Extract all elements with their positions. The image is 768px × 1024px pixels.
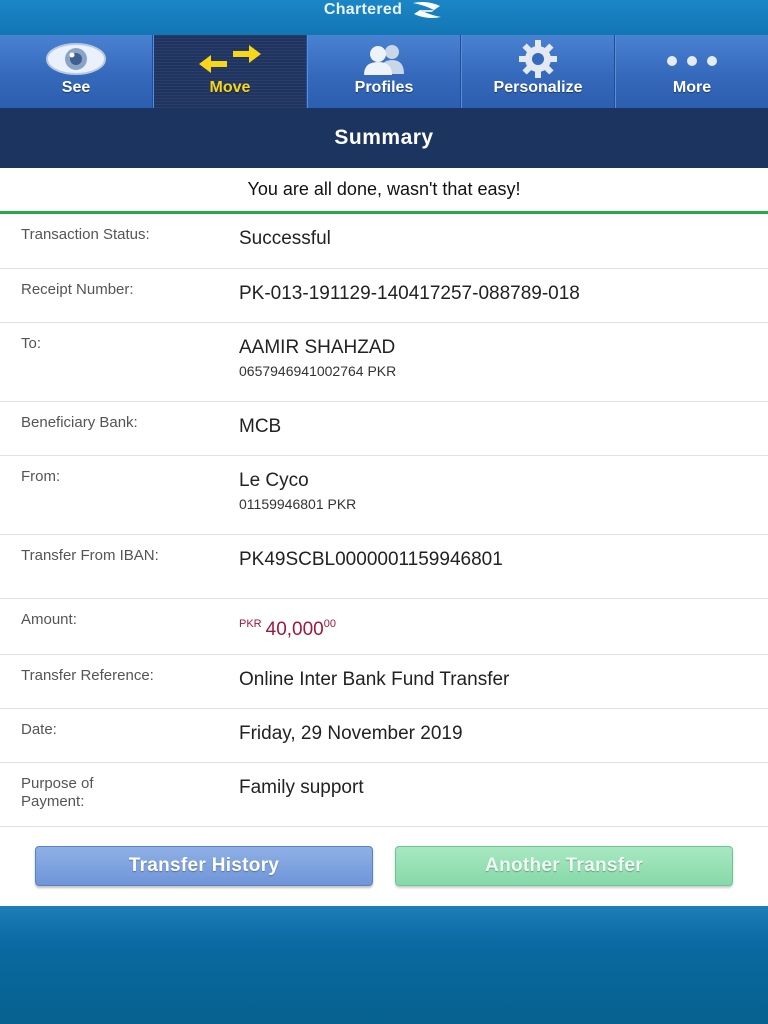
- app-header: Chartered: [0, 0, 768, 35]
- from-value: Le Cyco 01159946801 PKR: [239, 456, 356, 534]
- success-message: You are all done, wasn't that easy!: [0, 168, 768, 214]
- amount-whole: 40,000: [265, 619, 324, 640]
- brand-name: Chartered: [323, 1, 403, 18]
- nav-item-see[interactable]: See: [0, 35, 153, 108]
- reference-value: Online Inter Bank Fund Transfer: [239, 669, 510, 690]
- receipt-value: PK-013-191129-140417257-088789-018: [239, 283, 580, 304]
- nav-label-more: More: [672, 79, 712, 96]
- arrows-icon: [154, 39, 306, 79]
- eye-icon: [0, 39, 152, 79]
- date-value: Friday, 29 November 2019: [239, 723, 463, 744]
- nav-label-see: See: [61, 79, 91, 96]
- page-title: Summary: [334, 126, 434, 149]
- transfer-history-button[interactable]: Transfer History: [35, 846, 373, 886]
- brand: Chartered: [324, 0, 444, 20]
- from-label: From:: [21, 468, 61, 485]
- from-name: Le Cyco: [239, 470, 309, 491]
- detail-row-purpose: Purpose of Payment: Family support: [0, 763, 768, 827]
- from-account: 01159946801 PKR: [239, 496, 357, 512]
- detail-row-receipt: Receipt Number: PK-013-191129-140417257-…: [0, 269, 768, 323]
- to-name: AAMIR SHAHZAD: [239, 337, 396, 358]
- footer-background: [0, 906, 768, 1024]
- detail-row-status: Transaction Status: Successful: [0, 214, 768, 269]
- detail-row-to: To: AAMIR SHAHZAD 0657946941002764 PKR: [0, 323, 768, 402]
- detail-row-date: Date: Friday, 29 November 2019: [0, 709, 768, 763]
- date-label: Date:: [21, 721, 57, 738]
- detail-row-reference: Transfer Reference: Online Inter Bank Fu…: [0, 655, 768, 709]
- nav-label-profiles: Profiles: [354, 79, 414, 96]
- main-nav: See Move Profiles Personalize More: [0, 35, 768, 108]
- amount-label: Amount:: [21, 611, 77, 628]
- receipt-label: Receipt Number:: [21, 281, 134, 298]
- iban-label: Transfer From IBAN:: [21, 547, 159, 564]
- iban-value: PK49SCBL0000001159946801: [239, 549, 503, 570]
- gear-icon: [462, 39, 614, 79]
- nav-label-move: Move: [209, 79, 251, 96]
- people-icon: [308, 39, 460, 79]
- ellipsis-icon: [616, 39, 768, 79]
- summary-content: You are all done, wasn't that easy! Tran…: [0, 168, 768, 906]
- status-label: Transaction Status:: [21, 226, 150, 243]
- nav-item-move[interactable]: Move: [153, 35, 307, 108]
- bank-value: MCB: [239, 416, 282, 437]
- purpose-label: Purpose of Payment:: [21, 775, 94, 810]
- amount-currency: PKR: [239, 618, 262, 630]
- to-label: To:: [21, 335, 42, 352]
- nav-item-more[interactable]: More: [615, 35, 768, 108]
- detail-row-iban: Transfer From IBAN: PK49SCBL000000115994…: [0, 535, 768, 599]
- to-account: 0657946941002764 PKR: [239, 363, 397, 379]
- details-list: Transaction Status: Successful Receipt N…: [0, 214, 768, 827]
- to-value: AAMIR SHAHZAD 0657946941002764 PKR: [239, 323, 396, 401]
- nav-item-personalize[interactable]: Personalize: [461, 35, 615, 108]
- detail-row-from: From: Le Cyco 01159946801 PKR: [0, 456, 768, 535]
- detail-row-amount: Amount: PKR 40,00000: [0, 599, 768, 655]
- status-value: Successful: [239, 228, 331, 249]
- another-transfer-button[interactable]: Another Transfer: [395, 846, 733, 886]
- nav-item-profiles[interactable]: Profiles: [307, 35, 461, 108]
- brand-logo-icon: [410, 0, 444, 20]
- action-buttons: Transfer History Another Transfer: [0, 846, 768, 888]
- detail-row-bank: Beneficiary Bank: MCB: [0, 402, 768, 456]
- amount-decimal: 00: [323, 618, 336, 630]
- bank-label: Beneficiary Bank:: [21, 414, 138, 431]
- amount-value: PKR 40,00000: [239, 599, 336, 654]
- purpose-value: Family support: [239, 777, 364, 798]
- summary-header: Summary: [0, 108, 768, 168]
- reference-label: Transfer Reference:: [21, 667, 154, 684]
- nav-label-personalize: Personalize: [493, 79, 583, 96]
